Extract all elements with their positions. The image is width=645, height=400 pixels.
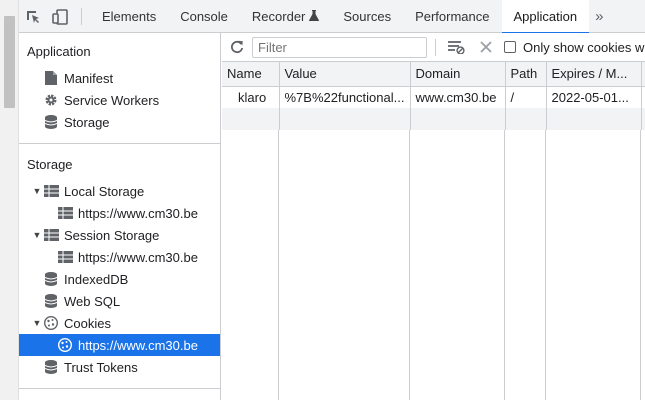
toolbar-separator bbox=[435, 38, 436, 56]
sidebar-item-label: Session Storage bbox=[64, 227, 160, 243]
table-row-empty bbox=[222, 108, 645, 130]
sidebar-item-local-storage[interactable]: ▼ Local Storage bbox=[19, 180, 220, 202]
cookie-icon bbox=[57, 337, 73, 353]
cell-size bbox=[641, 86, 645, 108]
sidebar-item-cookies-origin[interactable]: https://www.cm30.be bbox=[19, 334, 220, 356]
table-grid-icon bbox=[43, 227, 59, 243]
tab-label: Performance bbox=[415, 9, 490, 24]
sidebar-item-label: Web SQL bbox=[64, 293, 121, 309]
column-header-path[interactable]: Path bbox=[505, 62, 547, 87]
sidebar-divider bbox=[19, 388, 220, 389]
gear-icon bbox=[43, 92, 59, 108]
sidebar-item-label: https://www.cm30.be bbox=[78, 249, 198, 265]
application-sidebar: Application Manifest Service Workers Sto… bbox=[19, 33, 221, 400]
sidebar-item-label: Local Storage bbox=[64, 183, 145, 199]
column-header-expires[interactable]: Expires / M... bbox=[546, 62, 642, 87]
flask-icon bbox=[309, 9, 320, 24]
tab-console[interactable]: Console bbox=[168, 0, 240, 33]
table-grid-icon bbox=[57, 205, 73, 221]
sidebar-item-session-storage[interactable]: ▼ Session Storage bbox=[19, 224, 220, 246]
table-grid-icon bbox=[57, 249, 73, 265]
sidebar-item-cookies[interactable]: ▼ Cookies bbox=[19, 312, 220, 334]
sidebar-item-label: https://www.cm30.be bbox=[78, 205, 198, 221]
sidebar-item-label: IndexedDB bbox=[64, 271, 129, 287]
window-scrollbar[interactable] bbox=[0, 0, 19, 400]
cell-domain: www.cm30.be bbox=[410, 86, 506, 108]
sidebar-item-trust-tokens[interactable]: Trust Tokens bbox=[19, 356, 220, 378]
column-header-domain[interactable]: Domain bbox=[410, 62, 506, 87]
table-header-row: Name Value Domain Path Expires / M... S bbox=[222, 62, 645, 87]
cell-path: / bbox=[505, 86, 547, 108]
sidebar-item-label: Trust Tokens bbox=[64, 359, 138, 375]
devtools-tab-bar: Elements Console Recorder Sources Perfor… bbox=[19, 0, 645, 34]
tab-performance[interactable]: Performance bbox=[403, 0, 501, 33]
table-row[interactable]: klaro %7B%22functional... www.cm30.be / … bbox=[222, 86, 645, 108]
tab-sources[interactable]: Sources bbox=[331, 0, 403, 33]
cookies-toolbar: Only show cookies w bbox=[222, 33, 645, 62]
checkbox-box[interactable] bbox=[504, 41, 516, 53]
expand-arrow-icon[interactable]: ▼ bbox=[31, 186, 43, 196]
tab-recorder[interactable]: Recorder bbox=[240, 0, 331, 33]
tab-label: Console bbox=[180, 9, 228, 24]
tab-label: Sources bbox=[343, 9, 392, 24]
inspect-element-icon[interactable] bbox=[19, 0, 47, 33]
tab-elements[interactable]: Elements bbox=[90, 0, 168, 33]
cell-value: %7B%22functional... bbox=[279, 86, 411, 108]
column-header-name[interactable]: Name bbox=[222, 62, 280, 87]
sidebar-item-label: Manifest bbox=[64, 70, 114, 86]
sidebar-item-web-sql[interactable]: Web SQL bbox=[19, 290, 220, 312]
delete-cookie-icon[interactable] bbox=[474, 41, 498, 53]
tab-application[interactable]: Application bbox=[501, 0, 590, 34]
sidebar-item-local-storage-origin[interactable]: https://www.cm30.be bbox=[19, 202, 220, 224]
sidebar-item-service-workers[interactable]: Service Workers bbox=[19, 89, 220, 111]
table-grid-icon bbox=[43, 183, 59, 199]
cookie-icon bbox=[43, 315, 59, 331]
scrollbar-thumb[interactable] bbox=[4, 16, 15, 108]
device-toggle-icon[interactable] bbox=[47, 0, 75, 33]
sidebar-item-label: https://www.cm30.be bbox=[78, 337, 198, 353]
sidebar-item-session-storage-origin[interactable]: https://www.cm30.be bbox=[19, 246, 220, 268]
cell-expires: 2022-05-01... bbox=[546, 86, 642, 108]
sidebar-item-label: Service Workers bbox=[64, 92, 160, 108]
filter-input[interactable] bbox=[252, 36, 427, 58]
sidebar-item-storage[interactable]: Storage bbox=[19, 111, 220, 133]
tab-label: Elements bbox=[102, 9, 157, 24]
document-icon bbox=[43, 70, 59, 86]
only-show-issues-checkbox[interactable]: Only show cookies w bbox=[504, 40, 644, 55]
column-divider-lines bbox=[222, 130, 645, 400]
sidebar-item-label: Storage bbox=[64, 114, 110, 130]
storage-section-title: Storage bbox=[27, 157, 73, 172]
sidebar-item-indexeddb[interactable]: IndexedDB bbox=[19, 268, 220, 290]
database-icon bbox=[43, 359, 59, 375]
column-header-value[interactable]: Value bbox=[279, 62, 411, 87]
tab-label: Application bbox=[513, 9, 578, 24]
database-icon bbox=[43, 271, 59, 287]
checkbox-label: Only show cookies w bbox=[523, 39, 645, 55]
cookies-table: Name Value Domain Path Expires / M... S … bbox=[222, 62, 645, 400]
tab-label: Recorder bbox=[251, 9, 306, 24]
database-icon bbox=[43, 293, 59, 309]
tab-separator bbox=[81, 8, 82, 25]
sidebar-item-label: Cookies bbox=[64, 315, 111, 331]
refresh-icon[interactable] bbox=[222, 40, 252, 54]
clear-filtered-cookies-icon[interactable] bbox=[444, 40, 468, 54]
expand-arrow-icon[interactable]: ▼ bbox=[31, 230, 43, 240]
application-section-title: Application bbox=[27, 44, 91, 59]
expand-arrow-icon[interactable]: ▼ bbox=[31, 318, 43, 328]
database-icon bbox=[43, 114, 59, 130]
column-header-size[interactable]: S bbox=[641, 62, 645, 87]
sidebar-item-manifest[interactable]: Manifest bbox=[19, 67, 220, 89]
cell-name: klaro bbox=[222, 86, 280, 108]
more-tabs-chevron-icon[interactable]: » bbox=[589, 0, 607, 33]
